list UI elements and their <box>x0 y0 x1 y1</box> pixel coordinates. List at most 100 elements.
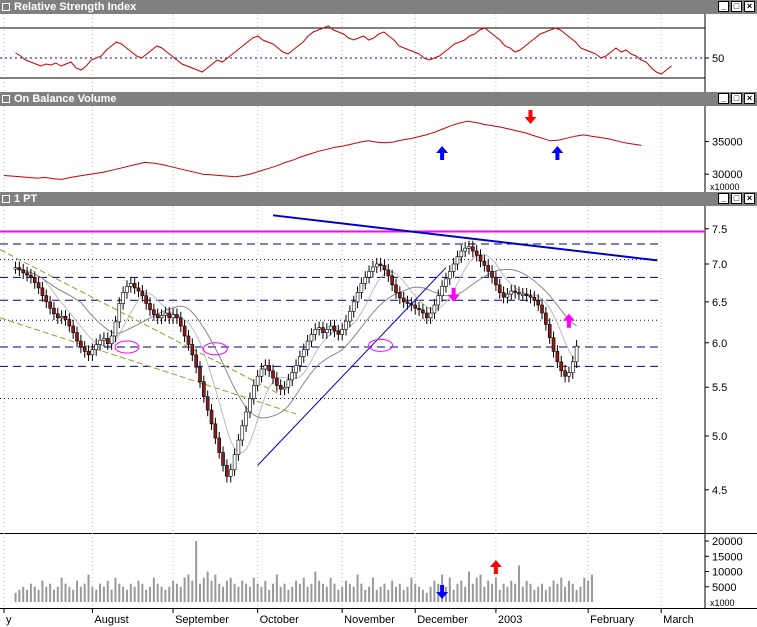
candle <box>132 283 137 289</box>
candle <box>136 287 141 292</box>
candle <box>405 301 410 304</box>
price-chart: 7.5 7.0 6.5 6.0 5.5 5.0 4.5 <box>0 206 727 533</box>
candle <box>532 296 537 301</box>
price-tick-label: 6.5 <box>712 297 727 309</box>
candle <box>94 344 99 350</box>
month-label: December <box>417 614 468 626</box>
candle <box>278 385 283 390</box>
rsi-chart: 50 <box>0 14 724 92</box>
candle <box>102 338 106 341</box>
candle <box>567 372 571 377</box>
candle <box>52 307 56 315</box>
candle <box>240 425 245 441</box>
price-tick-label: 4.5 <box>712 485 727 497</box>
price-down-arrow <box>447 287 460 302</box>
rsi-tick-label: 50 <box>712 53 724 65</box>
volume-chart: 20000 15000 10000 5000 x1000 <box>0 533 757 608</box>
candle <box>190 344 195 356</box>
candle <box>371 266 375 272</box>
candle <box>44 295 49 303</box>
candle <box>505 293 510 298</box>
candle <box>328 325 333 330</box>
candle <box>340 329 344 335</box>
candle <box>332 325 337 332</box>
minimize-button[interactable]: _ <box>718 1 729 12</box>
candle <box>351 301 356 312</box>
candle <box>509 290 514 295</box>
candle <box>482 260 487 266</box>
candle <box>98 339 102 345</box>
candle <box>86 351 91 356</box>
candle <box>117 303 122 323</box>
candle <box>294 365 298 373</box>
maximize-button[interactable]: □ <box>731 93 742 104</box>
candle <box>355 292 360 303</box>
candle <box>513 290 517 293</box>
candle <box>570 361 575 373</box>
candle <box>325 329 329 333</box>
price-panel-header: 1 PT _ □ × <box>0 192 757 206</box>
candle <box>478 255 483 262</box>
candle <box>248 398 252 413</box>
price-tick-label: 5.5 <box>712 382 727 394</box>
candle <box>374 263 379 268</box>
candle <box>398 292 402 299</box>
candle <box>440 286 444 296</box>
candle <box>298 356 302 366</box>
candle <box>221 452 225 466</box>
candle <box>432 304 437 314</box>
candle <box>367 271 371 278</box>
candle <box>109 335 114 344</box>
candle <box>463 247 467 252</box>
candle <box>125 286 129 293</box>
panel-icon <box>2 95 10 103</box>
candle <box>244 411 248 427</box>
minimize-button[interactable]: _ <box>718 93 729 104</box>
obv-panel-title: On Balance Volume <box>14 93 117 105</box>
panel-icon <box>2 3 10 11</box>
candle <box>555 351 560 363</box>
candle <box>386 269 391 277</box>
obv-tick-label: 30000 <box>712 169 743 181</box>
candle <box>363 277 368 284</box>
candle <box>275 377 279 386</box>
close-button[interactable]: × <box>744 193 755 204</box>
close-button[interactable]: × <box>744 1 755 12</box>
candle <box>536 300 540 306</box>
candle <box>521 293 525 296</box>
month-label: 2003 <box>498 614 522 626</box>
candle <box>421 309 425 314</box>
candle <box>417 307 421 311</box>
x-axis: y August September October November December 2… <box>0 608 757 626</box>
candle <box>129 283 133 287</box>
maximize-button[interactable]: □ <box>731 1 742 12</box>
close-button[interactable]: × <box>744 93 755 104</box>
candle <box>451 263 456 272</box>
candle <box>413 304 418 309</box>
candle <box>390 275 394 286</box>
price-tick-label: 5.0 <box>712 431 727 443</box>
month-label: September <box>175 614 229 626</box>
candle <box>155 314 160 319</box>
candle <box>471 246 475 252</box>
rsi-panel-header: Relative Strength Index _ □ × <box>0 0 757 14</box>
candle <box>175 314 179 319</box>
candle <box>48 301 52 309</box>
candle <box>82 346 87 352</box>
volume-tick-label: 20000 <box>712 536 743 548</box>
price-panel-title: 1 PT <box>14 193 38 205</box>
candle <box>209 409 214 425</box>
candle <box>148 303 152 311</box>
candle <box>551 337 556 352</box>
candle <box>32 277 37 283</box>
channel-line <box>0 249 281 396</box>
candle <box>336 330 341 335</box>
candle <box>13 267 18 270</box>
candle <box>321 327 325 333</box>
candle <box>225 465 229 477</box>
candle <box>348 311 352 322</box>
candle <box>271 370 275 379</box>
maximize-button[interactable]: □ <box>731 193 742 204</box>
minimize-button[interactable]: _ <box>718 193 729 204</box>
candle <box>301 349 306 357</box>
